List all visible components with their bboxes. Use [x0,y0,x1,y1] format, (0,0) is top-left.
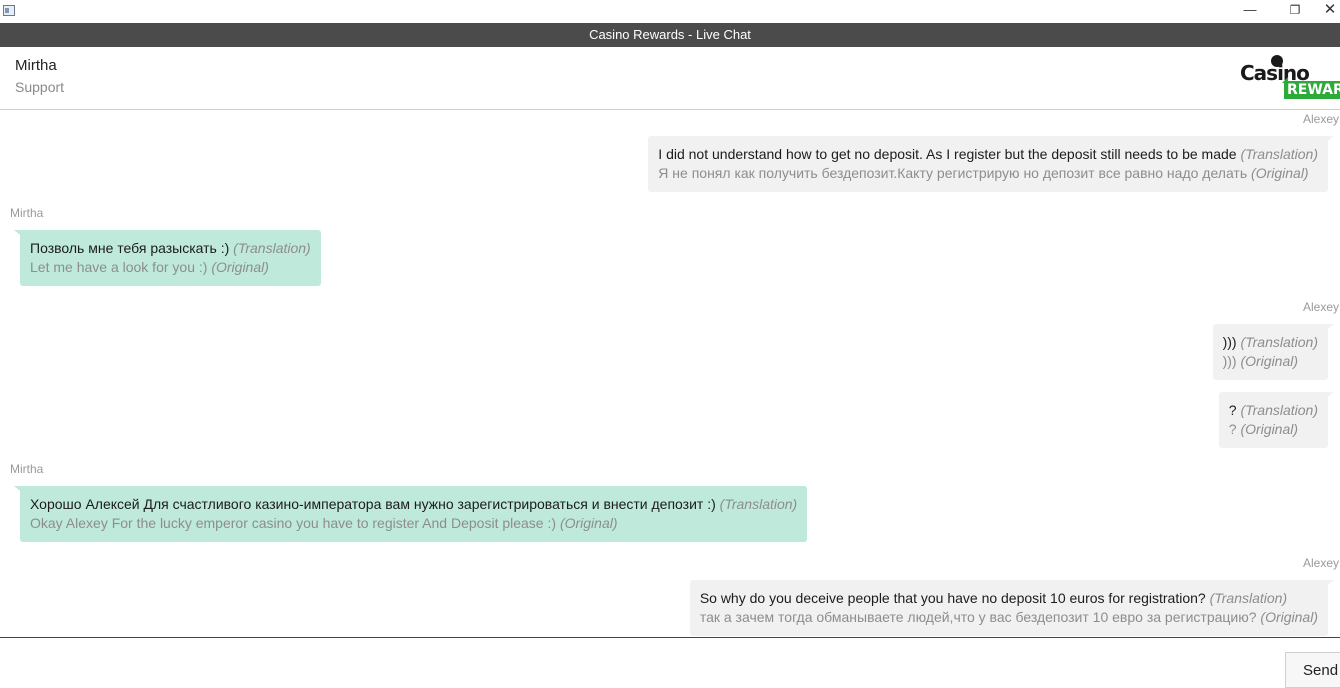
message-original: ))) [1222,353,1237,369]
message-translation: ? [1228,402,1237,418]
sender-label: Alexey [1302,112,1339,126]
close-button[interactable]: ✕ [1318,0,1340,22]
message-translation: So why do you deceive people that you ha… [699,590,1206,606]
original-tag: (Original) [1240,421,1299,437]
message-bubble-user: ? (Translation) ? (Original) [1218,392,1335,448]
restore-button[interactable]: ❐ [1275,0,1315,22]
message-bubble-agent: Позволь мне тебя разыскать :) (Translati… [14,230,321,286]
message-bubble-agent: Хорошо Алексей Для счастливого казино-им… [13,486,808,542]
sender-label: Alexey [1302,300,1339,314]
message-translation: I did not understand how to get no depos… [658,146,1237,162]
sender-label: Mirtha [10,206,44,220]
message-original: ? [1228,421,1237,437]
agent-header: Mirtha Support [0,47,1340,110]
original-tag: (Original) [1251,165,1309,181]
minimize-button[interactable]: — [1230,0,1270,22]
sender-label: Alexey [1302,556,1339,570]
message-bubble-user: I did not understand how to get no depos… [648,136,1334,192]
message-bubble-user: So why do you deceive people that you ha… [689,580,1335,636]
original-tag: (Original) [1240,353,1299,369]
agent-name: Mirtha [15,57,57,74]
message-translation: ))) [1222,334,1237,350]
agent-role: Support [15,79,65,95]
message-original: Я не понял как получить бездепозит.Какту… [658,165,1248,181]
translation-tag: (Translation) [1209,590,1288,606]
message-bubble-user: ))) (Translation) ))) (Original) [1212,324,1335,380]
original-tag: (Original) [559,515,618,531]
sender-label: Mirtha [10,462,44,476]
translation-tag: (Translation) [719,496,798,512]
message-original: Let me have a look for you :) [30,259,212,275]
window-title: Casino Rewards - Live Chat [589,27,751,42]
translation-tag: (Translation) [1240,146,1318,162]
translation-tag: (Translation) [233,240,311,256]
message-original: Okay Alexey For the lucky emperor casino… [30,515,560,531]
translation-tag: (Translation) [1240,402,1318,418]
message-translation: Позволь мне тебя разыскать :) [30,240,230,256]
casino-rewards-logo: Casino REWARDS [1238,55,1340,101]
original-tag: (Original) [1260,609,1318,625]
composer: Send [0,637,1340,688]
window-titlebar: — ❐ ✕ [0,0,1340,23]
message-translation: Хорошо Алексей Для счастливого казино-им… [30,496,716,512]
chat-title-bar: Casino Rewards - Live Chat [0,23,1340,47]
message-input[interactable] [0,638,1280,688]
translation-tag: (Translation) [1240,334,1318,350]
message-original: так а зачем тогда обманываете людей,что … [699,609,1257,625]
send-button[interactable]: Send [1285,652,1340,688]
app-icon [3,5,15,16]
logo-word-rewards: REWARDS [1284,81,1340,99]
original-tag: (Original) [211,259,269,275]
chat-transcript[interactable]: Alexey I did not understand how to get n… [0,111,1340,637]
